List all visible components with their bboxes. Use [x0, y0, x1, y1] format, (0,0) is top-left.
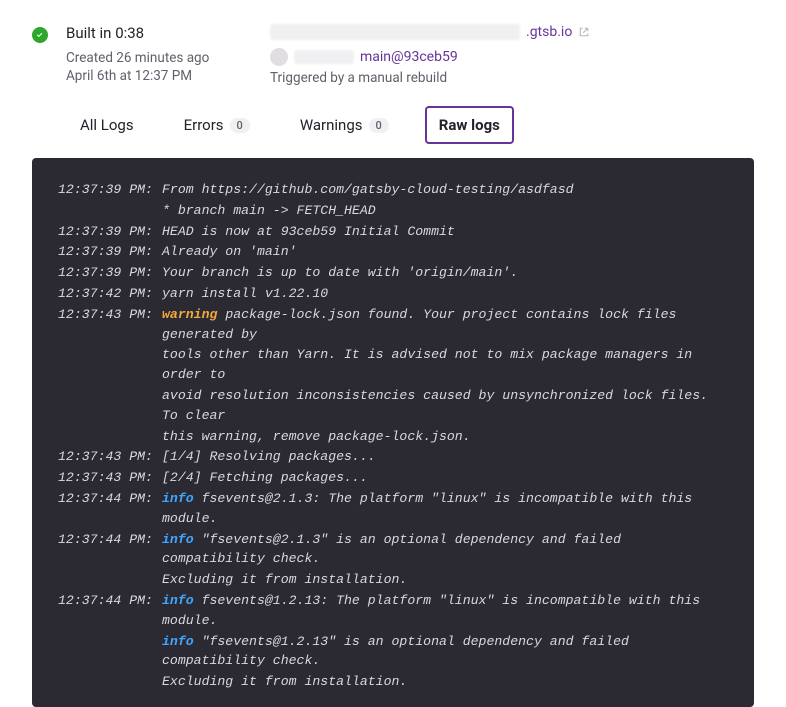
log-line: 12:37:43 PM:[1/4] Resolving packages... — [58, 447, 728, 467]
tab-count-badge: 0 — [230, 118, 250, 133]
log-line-continuation: * branch main -> FETCH_HEAD — [58, 201, 728, 221]
tab-errors[interactable]: Errors 0 — [170, 106, 264, 144]
log-level-info: info — [162, 593, 194, 608]
log-line-continuation: Excluding it from installation. — [58, 570, 728, 590]
build-header: Built in 0:38 Created 26 minutes ago Apr… — [32, 24, 754, 86]
log-level-info: info — [162, 491, 194, 506]
log-line: 12:37:44 PM:info fsevents@1.2.13: The pl… — [58, 591, 728, 631]
build-detail-card: Built in 0:38 Created 26 minutes ago Apr… — [0, 0, 786, 707]
log-timestamp: 12:37:39 PM: — [58, 263, 162, 283]
log-line: 12:37:43 PM:[2/4] Fetching packages... — [58, 468, 728, 488]
triggered-by: Triggered by a manual rebuild — [270, 70, 754, 86]
log-level-info: info — [162, 532, 194, 547]
tab-label: Warnings — [300, 116, 363, 134]
tab-label: All Logs — [80, 116, 134, 134]
log-body: warning package-lock.json found. Your pr… — [162, 305, 728, 345]
tab-all-logs[interactable]: All Logs — [66, 106, 148, 144]
log-line: 12:37:39 PM:HEAD is now at 93ceb59 Initi… — [58, 222, 728, 242]
tab-label: Errors — [184, 116, 224, 134]
log-line-continuation: this warning, remove package-lock.json. — [58, 427, 728, 447]
tab-raw-logs[interactable]: Raw logs — [425, 106, 514, 144]
log-body: info fsevents@2.1.3: The platform "linux… — [162, 489, 728, 529]
log-timestamp: 12:37:43 PM: — [58, 468, 162, 488]
log-level-warning: warning — [162, 307, 217, 322]
log-timestamp: 12:37:44 PM: — [58, 489, 162, 509]
log-line-continuation: Excluding it from installation. — [58, 672, 728, 692]
log-timestamp: 12:37:42 PM: — [58, 284, 162, 304]
tab-warnings[interactable]: Warnings 0 — [286, 106, 403, 144]
created-absolute: April 6th at 12:37 PM — [66, 68, 236, 84]
preview-domain-redacted — [270, 24, 520, 40]
log-timestamp: 12:37:43 PM: — [58, 447, 162, 467]
external-link-icon — [578, 26, 590, 38]
log-line: 12:37:39 PM:From https://github.com/gats… — [58, 180, 728, 200]
raw-log-panel[interactable]: 12:37:39 PM:From https://github.com/gats… — [32, 158, 754, 707]
log-line: 12:37:39 PM:Your branch is up to date wi… — [58, 263, 728, 283]
status-success-icon — [32, 27, 48, 43]
tab-label: Raw logs — [439, 116, 500, 134]
author-name-redacted — [294, 50, 354, 64]
log-timestamp: 12:37:44 PM: — [58, 591, 162, 611]
log-body: Your branch is up to date with 'origin/m… — [162, 263, 728, 283]
log-body: Already on 'main' — [162, 242, 728, 262]
log-line-continuation: tools other than Yarn. It is advised not… — [58, 345, 728, 385]
log-body: info fsevents@1.2.13: The platform "linu… — [162, 591, 728, 631]
log-tabs: All Logs Errors 0 Warnings 0 Raw logs — [32, 106, 754, 144]
log-timestamp: 12:37:43 PM: — [58, 305, 162, 325]
log-body: [1/4] Resolving packages... — [162, 447, 728, 467]
log-timestamp: 12:37:39 PM: — [58, 222, 162, 242]
log-line: 12:37:39 PM:Already on 'main' — [58, 242, 728, 262]
log-line-continuation: avoid resolution inconsistencies caused … — [58, 386, 728, 426]
log-line: 12:37:44 PM:info "fsevents@2.1.3" is an … — [58, 530, 728, 570]
log-timestamp: 12:37:39 PM: — [58, 242, 162, 262]
log-body: [2/4] Fetching packages... — [162, 468, 728, 488]
log-body: info "fsevents@2.1.3" is an optional dep… — [162, 530, 728, 570]
preview-domain-link[interactable]: .gtsb.io — [526, 24, 572, 40]
log-line: 12:37:43 PM:warning package-lock.json fo… — [58, 305, 728, 345]
log-body: From https://github.com/gatsby-cloud-tes… — [162, 180, 728, 200]
log-level-info: info — [162, 634, 194, 649]
created-relative: Created 26 minutes ago — [66, 50, 236, 66]
log-timestamp: 12:37:39 PM: — [58, 180, 162, 200]
log-line: 12:37:42 PM:yarn install v1.22.10 — [58, 284, 728, 304]
log-body: yarn install v1.22.10 — [162, 284, 728, 304]
log-timestamp: 12:37:44 PM: — [58, 530, 162, 550]
log-line: 12:37:44 PM:info fsevents@2.1.3: The pla… — [58, 489, 728, 529]
build-title: Built in 0:38 — [66, 24, 236, 42]
branch-commit-link[interactable]: main@93ceb59 — [360, 49, 458, 65]
avatar — [270, 48, 288, 66]
tab-count-badge: 0 — [369, 118, 389, 133]
log-body: HEAD is now at 93ceb59 Initial Commit — [162, 222, 728, 242]
log-line-continuation: info "fsevents@1.2.13" is an optional de… — [58, 632, 728, 672]
